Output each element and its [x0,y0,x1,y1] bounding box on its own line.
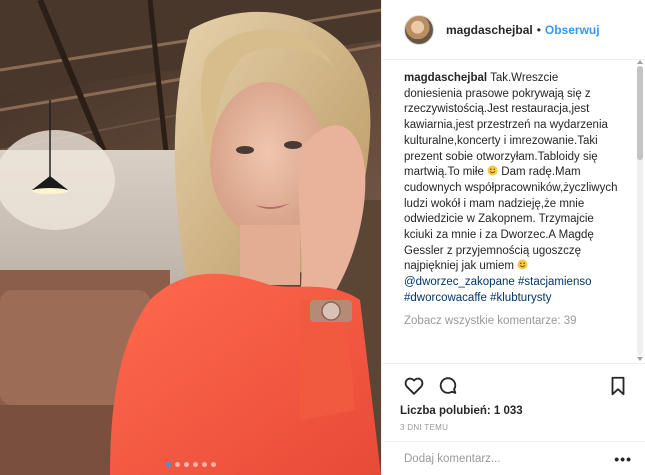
smiley-emoji-icon [514,259,528,272]
save-button[interactable] [604,372,632,400]
more-options-button[interactable]: ••• [614,451,632,467]
carousel-dot[interactable] [174,462,180,467]
caption-text-2: Dam radę.Mam cudownych współpracowników,… [404,166,618,273]
mention-link[interactable]: @dworzec_zakopane [404,276,515,288]
hashtag-link[interactable]: #stacjamienso [518,276,592,288]
caption-text-1: Tak.Wreszcie doniesienia prasowe pokrywa… [404,72,608,179]
scroll-up-arrow-icon[interactable] [637,60,643,64]
carousel-dot[interactable] [192,462,198,467]
view-all-comments-link[interactable]: Zobacz wszystkie komentarze: 39 [404,315,628,327]
bookmark-icon [611,376,625,396]
comments-area[interactable]: magdaschejbal Tak.Wreszcie doniesienia pr… [382,60,645,363]
hashtag-link[interactable]: #klubturysty [490,292,551,304]
post-actions: Liczba polubień: 1 033 3 DNI TEMU [382,363,645,432]
add-comment-bar: ••• [382,441,645,475]
carousel-dot[interactable] [201,462,207,467]
heart-icon [404,377,424,395]
comment-bubble-icon [439,377,457,394]
follow-button[interactable]: Obserwuj [545,23,600,37]
hashtag-link[interactable]: #dworcowacaffe [404,292,487,304]
carousel-dot[interactable] [210,462,216,467]
avatar[interactable] [404,14,434,45]
post-timestamp: 3 DNI TEMU [400,423,449,432]
carousel-dots [0,462,381,467]
comment-button[interactable] [434,372,462,400]
caption-username[interactable]: magdaschejbal [404,72,487,84]
follow-separator: • [536,22,541,37]
post-header: magdaschejbal • Obserwuj [382,0,645,60]
smiley-emoji-icon [484,165,501,178]
like-button[interactable] [400,372,428,400]
post-side-panel: magdaschejbal • Obserwuj magdaschejbal Ta… [381,0,645,475]
scroll-down-arrow-icon[interactable] [637,357,643,361]
scrollbar-thumb[interactable] [637,66,643,160]
caption: magdaschejbal Tak.Wreszcie doniesienia pr… [404,71,619,307]
carousel-dot[interactable] [183,462,189,467]
comment-input[interactable] [404,452,594,465]
photo-illustration [0,0,381,475]
likes-count[interactable]: Liczba polubień: 1 033 [400,405,632,417]
action-icons-row [400,370,632,402]
post-photo[interactable] [0,0,381,475]
header-username[interactable]: magdaschejbal [446,23,533,37]
carousel-dot[interactable] [165,462,171,467]
